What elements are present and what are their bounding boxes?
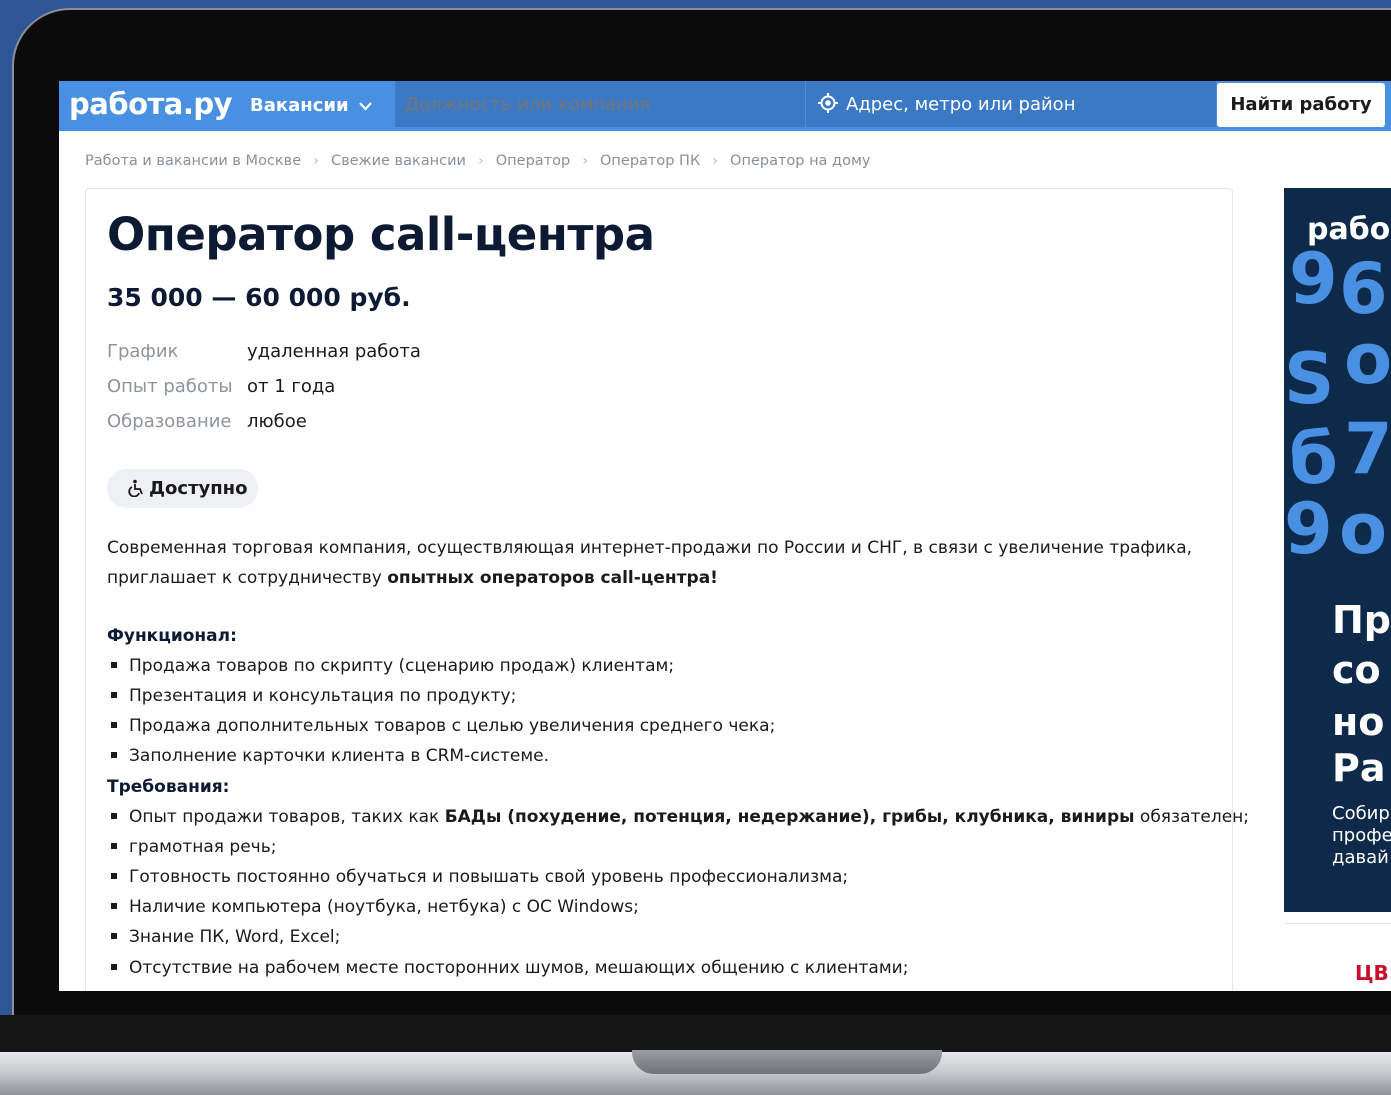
intro-line: приглашает к сотрудничеству опытных опер… [107,563,1217,593]
ad-decoration: Ѕ [1284,338,1335,420]
location-target-icon [818,93,838,113]
intro-text: приглашает к сотрудничеству [107,568,388,588]
laptop-notch [632,1050,942,1074]
second-ad-logo[interactable]: ЦВ [1355,961,1389,985]
detail-row-schedule: График удаленная работа [107,341,421,362]
list-item-text: Продажа дополнительных товаров с целью у… [129,716,776,736]
wheelchair-icon [128,479,143,498]
list-item-text: Готовность постоянно обучаться и повышат… [129,867,849,887]
detail-row-experience: Опыт работы от 1 года [107,376,335,397]
chevron-right-icon: › [477,153,484,169]
duties-heading: Функционал: [107,626,237,646]
list-item: Знание ПК, Word, Excel; [107,927,340,947]
list-item: Презентация и консультация по продукту; [107,686,516,706]
find-job-button[interactable]: Найти работу [1217,83,1385,127]
accessible-badge[interactable]: Доступно [107,469,258,508]
bullet-icon [111,842,117,849]
breadcrumb-item[interactable]: Работа и вакансии в Москве [85,153,301,169]
chevron-right-icon: › [712,153,719,169]
header-bar: работа.ру Вакансии Адрес, метро или райо… [59,81,1391,131]
ad-subtext: давай [1332,847,1389,868]
bullet-icon [111,963,117,970]
bullet-icon [111,812,117,819]
list-item: грамотная речь; [107,837,276,857]
ad-decoration: о [1344,318,1391,400]
ad-headline: со [1332,648,1381,692]
breadcrumb-item[interactable]: Оператор ПК [600,153,700,169]
bullet-icon [111,751,117,758]
ad-logo: рабо [1307,212,1391,247]
chevron-right-icon: › [313,153,319,169]
chevron-right-icon: › [582,153,588,169]
search-input[interactable] [395,81,805,127]
ad-decoration: 7 [1344,408,1391,490]
list-item: Наличие компьютера (ноутбука, нетбука) с… [107,897,639,917]
list-item-text: Презентация и консультация по продукту; [129,686,517,706]
breadcrumb-item[interactable]: Оператор на дому [730,153,870,169]
detail-key: График [107,341,179,362]
laptop-chin [0,1015,1391,1053]
list-item-text: Отсутствие на рабочем месте посторонних … [129,958,909,978]
vacancies-menu-label: Вакансии [250,95,349,116]
address-placeholder: Адрес, метро или район [846,94,1076,115]
bullet-icon [111,661,117,668]
address-input[interactable]: Адрес, метро или район [806,81,1216,127]
detail-key: Опыт работы [107,376,233,397]
ad-decoration: 9 [1289,238,1338,320]
list-item: Готовность постоянно обучаться и повышат… [107,867,848,887]
detail-key: Образование [107,411,232,432]
vacancy-intro: Современная торговая компания, осуществл… [107,533,1217,593]
bullet-icon [111,691,117,698]
site-logo[interactable]: работа.ру [69,87,233,121]
browser-screen: работа.ру Вакансии Адрес, метро или райо… [59,81,1391,991]
list-item: Продажа дополнительных товаров с целью у… [107,716,775,736]
list-item: Отсутствие на рабочем месте посторонних … [107,958,908,978]
ad-subtext: Собир [1332,803,1390,824]
ad-headline: но [1332,700,1385,744]
ad-decoration: o [1339,488,1388,570]
chevron-down-icon [358,99,372,115]
ad-decoration: 9 [1284,488,1333,570]
divider [1284,923,1391,924]
list-item-text: Знание ПК, Word, Excel; [129,927,341,947]
detail-value: удаленная работа [247,341,421,362]
detail-row-education: Образование любое [107,411,307,432]
ad-headline: Ра [1332,746,1386,790]
accessible-badge-label: Доступно [149,478,248,499]
ad-subtext: профе [1332,825,1391,846]
ad-headline: Пр [1332,598,1391,642]
requirements-heading: Требования: [107,777,230,797]
bullet-icon [111,872,117,879]
bullet-icon [111,721,117,728]
list-item-text: обязателен; [1134,807,1250,827]
list-item-text: Опыт продажи товаров, таких как [129,807,445,827]
bullet-icon [111,932,117,939]
list-item: Заполнение карточки клиента в CRM-систем… [107,746,549,766]
bullet-icon [111,902,117,909]
detail-value: любое [247,411,307,432]
list-item-text: Заполнение карточки клиента в CRM-систем… [129,746,550,766]
intro-bold-text: опытных операторов call-центра! [387,568,718,588]
breadcrumb: Работа и вакансии в Москве › Свежие ваканс… [85,153,870,169]
list-item-text: Наличие компьютера (ноутбука, нетбука) с… [129,897,639,917]
list-item: Продажа товаров по скрипту (сценарию про… [107,656,674,676]
ad-banner[interactable]: 9 6 Ѕ о б 7 9 o рабо Пр со но Ра Собир п… [1284,188,1391,912]
breadcrumb-item[interactable]: Свежие вакансии [331,153,466,169]
list-item-bold: БАДы (похудение, потенция, недержание), … [444,807,1135,827]
vacancies-menu[interactable]: Вакансии [250,95,372,116]
vacancy-title: Оператор call-центра [107,208,655,261]
list-item-text: Продажа товаров по скрипту (сценарию про… [129,656,675,676]
detail-value: от 1 года [247,376,336,397]
list-item-text: грамотная речь; [129,837,277,857]
intro-line: Современная торговая компания, осуществл… [107,538,1193,558]
breadcrumb-item[interactable]: Оператор [496,153,570,169]
list-item: Опыт продажи товаров, таких как БАДы (по… [107,807,1249,827]
vacancy-salary: 35 000 — 60 000 руб. [107,283,411,312]
